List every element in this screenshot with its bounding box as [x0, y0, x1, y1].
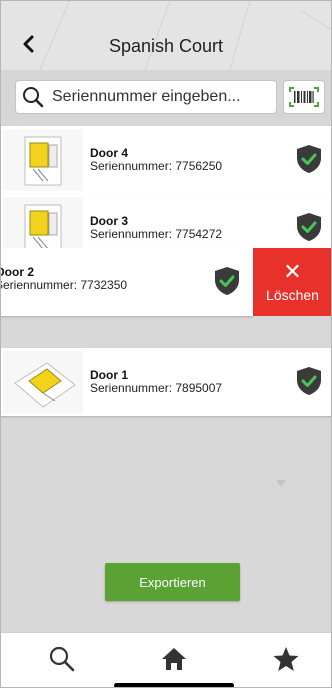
search-icon: [16, 86, 50, 108]
door-serial: Seriennummer: 7895007: [90, 381, 223, 395]
close-icon: ✕: [283, 259, 302, 284]
list-item-door-2[interactable]: Door 2 Seriennummer: 7732350: [0, 248, 253, 316]
delete-button[interactable]: ✕ Löschen: [253, 248, 332, 316]
shield-check-icon: [215, 267, 239, 295]
export-button[interactable]: Exportieren: [105, 563, 240, 601]
barcode-icon: [289, 87, 319, 107]
home-icon: [162, 648, 186, 670]
shield-check-icon: [297, 367, 321, 395]
tab-search[interactable]: [46, 643, 78, 675]
shield-check-icon: [297, 213, 321, 241]
search-icon: [49, 646, 75, 672]
door-controller-image: [3, 351, 83, 413]
door-serial: Seriennummer: 7732350: [0, 278, 128, 292]
shield-check-icon: [297, 145, 321, 173]
page-title: Spanish Court: [108, 36, 224, 56]
app-header: Spanish Court: [0, 0, 332, 70]
door-name: Door 4: [90, 146, 129, 160]
door-name: Door 3: [90, 214, 129, 228]
door-controller-image: [3, 129, 83, 191]
list-item-door-4[interactable]: Door 4 Seriennummer: 7756250: [0, 126, 332, 194]
list-item-door-1[interactable]: Door 1 Seriennummer: 7895007: [0, 348, 332, 416]
delete-label: Löschen: [266, 287, 319, 303]
door-name: Door 1: [90, 368, 129, 382]
tab-home[interactable]: [158, 643, 190, 675]
serial-search-input[interactable]: [50, 87, 254, 107]
home-indicator: [114, 683, 234, 688]
barcode-scan-button[interactable]: [283, 80, 325, 114]
header-background-pattern: [39, 0, 332, 70]
star-icon: [273, 647, 299, 671]
door-serial: Seriennummer: 7754272: [90, 227, 223, 241]
search-bar[interactable]: [15, 80, 277, 114]
door-serial: Seriennummer: 7756250: [90, 159, 223, 173]
bottom-tab-bar: [0, 632, 332, 688]
door-name: Door 2: [0, 265, 35, 279]
scroll-indicator: [276, 480, 286, 487]
tab-favorites[interactable]: [270, 643, 302, 675]
